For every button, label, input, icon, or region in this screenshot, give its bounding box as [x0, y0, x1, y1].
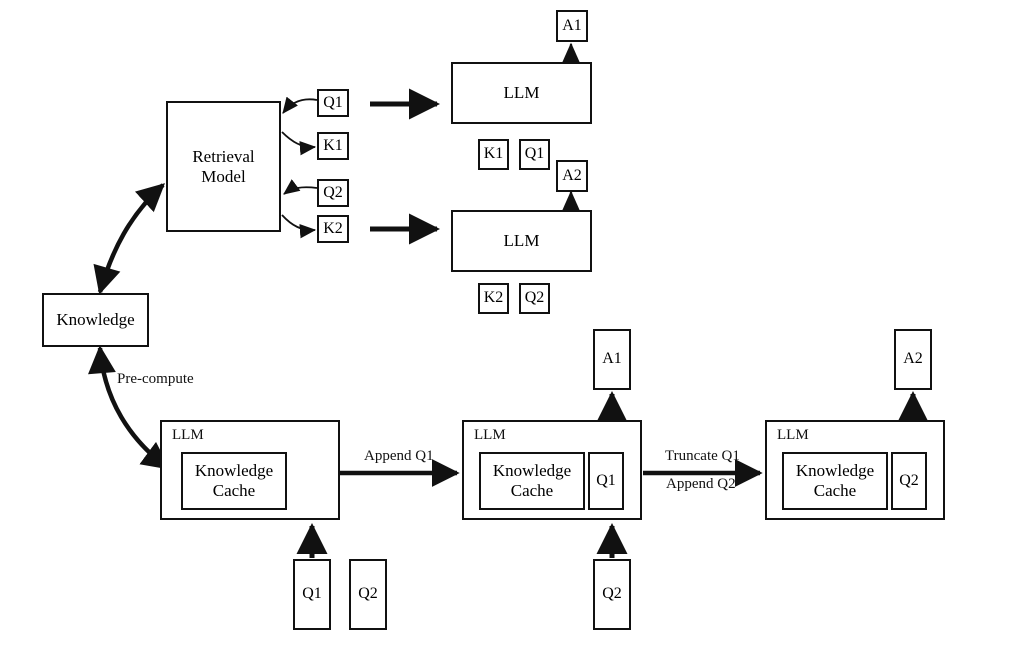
stage1-knowledge-cache: Knowledge Cache — [181, 452, 287, 510]
stage2-pending-query-q2-label: Q2 — [602, 585, 622, 603]
stage3-llm-label: LLM — [777, 427, 809, 443]
retrieval-output-k1-label: K1 — [323, 136, 343, 154]
retrieval-model-label-line2: Model — [201, 166, 246, 186]
precompute-label: Pre-compute — [117, 371, 194, 387]
retrieval-model-box: Retrieval Model — [166, 101, 281, 232]
diagram-canvas: A1 LLM K1 Q1 A2 LLM K2 Q2 Retrieval Mode… — [0, 0, 1024, 662]
pending-query-q1: Q1 — [293, 559, 331, 630]
arrow-q1-to-retrieval — [282, 96, 318, 114]
llm-box-top-1: LLM — [451, 62, 592, 124]
pending-query-q2: Q2 — [349, 559, 387, 630]
knowledge-label: Knowledge — [56, 310, 135, 330]
knowledge-box: Knowledge — [42, 293, 149, 347]
retrieval-output-q2-label: Q2 — [323, 183, 343, 201]
input-box-k2: K2 — [478, 283, 509, 314]
retrieval-output-k2: K2 — [317, 215, 349, 243]
transition-truncate-q1-label: Truncate Q1 — [665, 448, 740, 464]
stage2-llm-label: LLM — [474, 427, 506, 443]
stage2-knowledge-cache: Knowledge Cache — [479, 452, 585, 510]
input-box-q2: Q2 — [519, 283, 550, 314]
stage2-answer-a1-label: A1 — [602, 350, 622, 368]
input-box-k1: K1 — [478, 139, 509, 170]
retrieval-output-q2: Q2 — [317, 179, 349, 207]
stage1-cache-line2: Cache — [212, 481, 256, 500]
input-box-q1: Q1 — [519, 139, 550, 170]
arrow-knowledge-retrieval — [93, 183, 165, 295]
stage2-pending-query-q2: Q2 — [593, 559, 631, 630]
retrieval-output-k1: K1 — [317, 132, 349, 160]
answer-a1-top-label: A1 — [562, 16, 582, 34]
retrieval-output-q1: Q1 — [317, 89, 349, 117]
stage2-answer-box-a1: A1 — [593, 329, 631, 390]
stage2-query-slot: Q1 — [588, 452, 624, 510]
llm-top-2-label: LLM — [503, 231, 540, 251]
llm-box-top-2: LLM — [451, 210, 592, 272]
input-k2-label: K2 — [483, 289, 504, 307]
input-q1-label: Q1 — [524, 145, 545, 163]
stage2-cache-line2: Cache — [510, 481, 554, 500]
stage3-cache-line1: Knowledge — [795, 461, 875, 481]
answer-box-a1-top: A1 — [556, 10, 588, 42]
stage2-cache-line1: Knowledge — [492, 461, 572, 481]
stage3-query-slot: Q2 — [891, 452, 927, 510]
stage3-answer-box-a2: A2 — [894, 329, 932, 390]
arrow-retrieval-to-k1 — [281, 131, 317, 156]
pending-query-q2-label: Q2 — [358, 585, 378, 603]
llm-top-1-label: LLM — [503, 83, 540, 103]
arrow-q2-to-retrieval — [283, 179, 318, 195]
answer-a2-top-label: A2 — [562, 166, 582, 184]
retrieval-output-k2-label: K2 — [323, 219, 343, 237]
stage3-answer-a2-label: A2 — [903, 350, 923, 368]
pending-query-q1-label: Q1 — [302, 585, 322, 603]
input-k1-label: K1 — [483, 145, 504, 163]
transition-append-q2-label: Append Q2 — [666, 476, 736, 492]
input-q2-label: Q2 — [524, 289, 545, 307]
arrow-retrieval-to-k2 — [281, 214, 317, 239]
arrow-precompute — [88, 345, 171, 470]
stage1-cache-line1: Knowledge — [194, 461, 274, 481]
stage2-query-slot-label: Q1 — [596, 472, 616, 489]
transition-append-q1-label: Append Q1 — [364, 448, 434, 464]
stage3-cache-line2: Cache — [813, 481, 857, 500]
retrieval-model-label-line1: Retrieval — [192, 146, 255, 166]
answer-box-a2-top: A2 — [556, 160, 588, 192]
stage1-llm-label: LLM — [172, 427, 204, 443]
stage3-knowledge-cache: Knowledge Cache — [782, 452, 888, 510]
retrieval-output-q1-label: Q1 — [323, 93, 343, 111]
stage3-query-slot-label: Q2 — [899, 472, 919, 489]
